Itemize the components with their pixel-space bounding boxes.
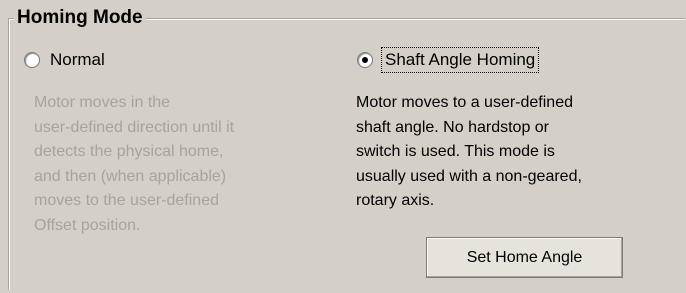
normal-radio-label[interactable]: Normal	[50, 49, 105, 71]
shaft-angle-homing-radio-label[interactable]: Shaft Angle Homing	[380, 47, 540, 73]
shaft-description-line: usually used with a non-geared,	[356, 167, 582, 185]
shaft-description-line: switch is used. This mode is	[356, 143, 555, 160]
shaft-angle-mode-description: Motor moves to a user-defined shaft angl…	[356, 91, 676, 214]
homing-mode-title: Homing Mode	[14, 7, 146, 29]
normal-radio-option[interactable]: Normal	[24, 49, 105, 71]
normal-description-line: Motor moves in the	[34, 94, 171, 111]
shaft-description-line: Motor moves to a user-defined	[356, 94, 573, 111]
normal-mode-description: Motor moves in the user-defined directio…	[34, 91, 324, 238]
shaft-description-line: shaft angle. No hardstop or	[356, 118, 550, 136]
normal-description-line: user-defined direction until it	[34, 118, 235, 136]
shaft-description-line: rotary axis.	[356, 192, 435, 209]
normal-description-line: Offset position.	[34, 216, 141, 234]
normal-description-line: and then (when applicable)	[34, 167, 227, 185]
shaft-angle-homing-radio-button-icon[interactable]	[357, 52, 373, 68]
shaft-angle-homing-radio-option[interactable]: Shaft Angle Homing	[357, 47, 540, 73]
normal-description-line: moves to the user-defined	[34, 192, 219, 209]
normal-radio-button-icon[interactable]	[24, 52, 40, 68]
set-home-angle-button[interactable]: Set Home Angle	[426, 237, 623, 278]
normal-description-line: detects the physical home,	[34, 143, 224, 160]
